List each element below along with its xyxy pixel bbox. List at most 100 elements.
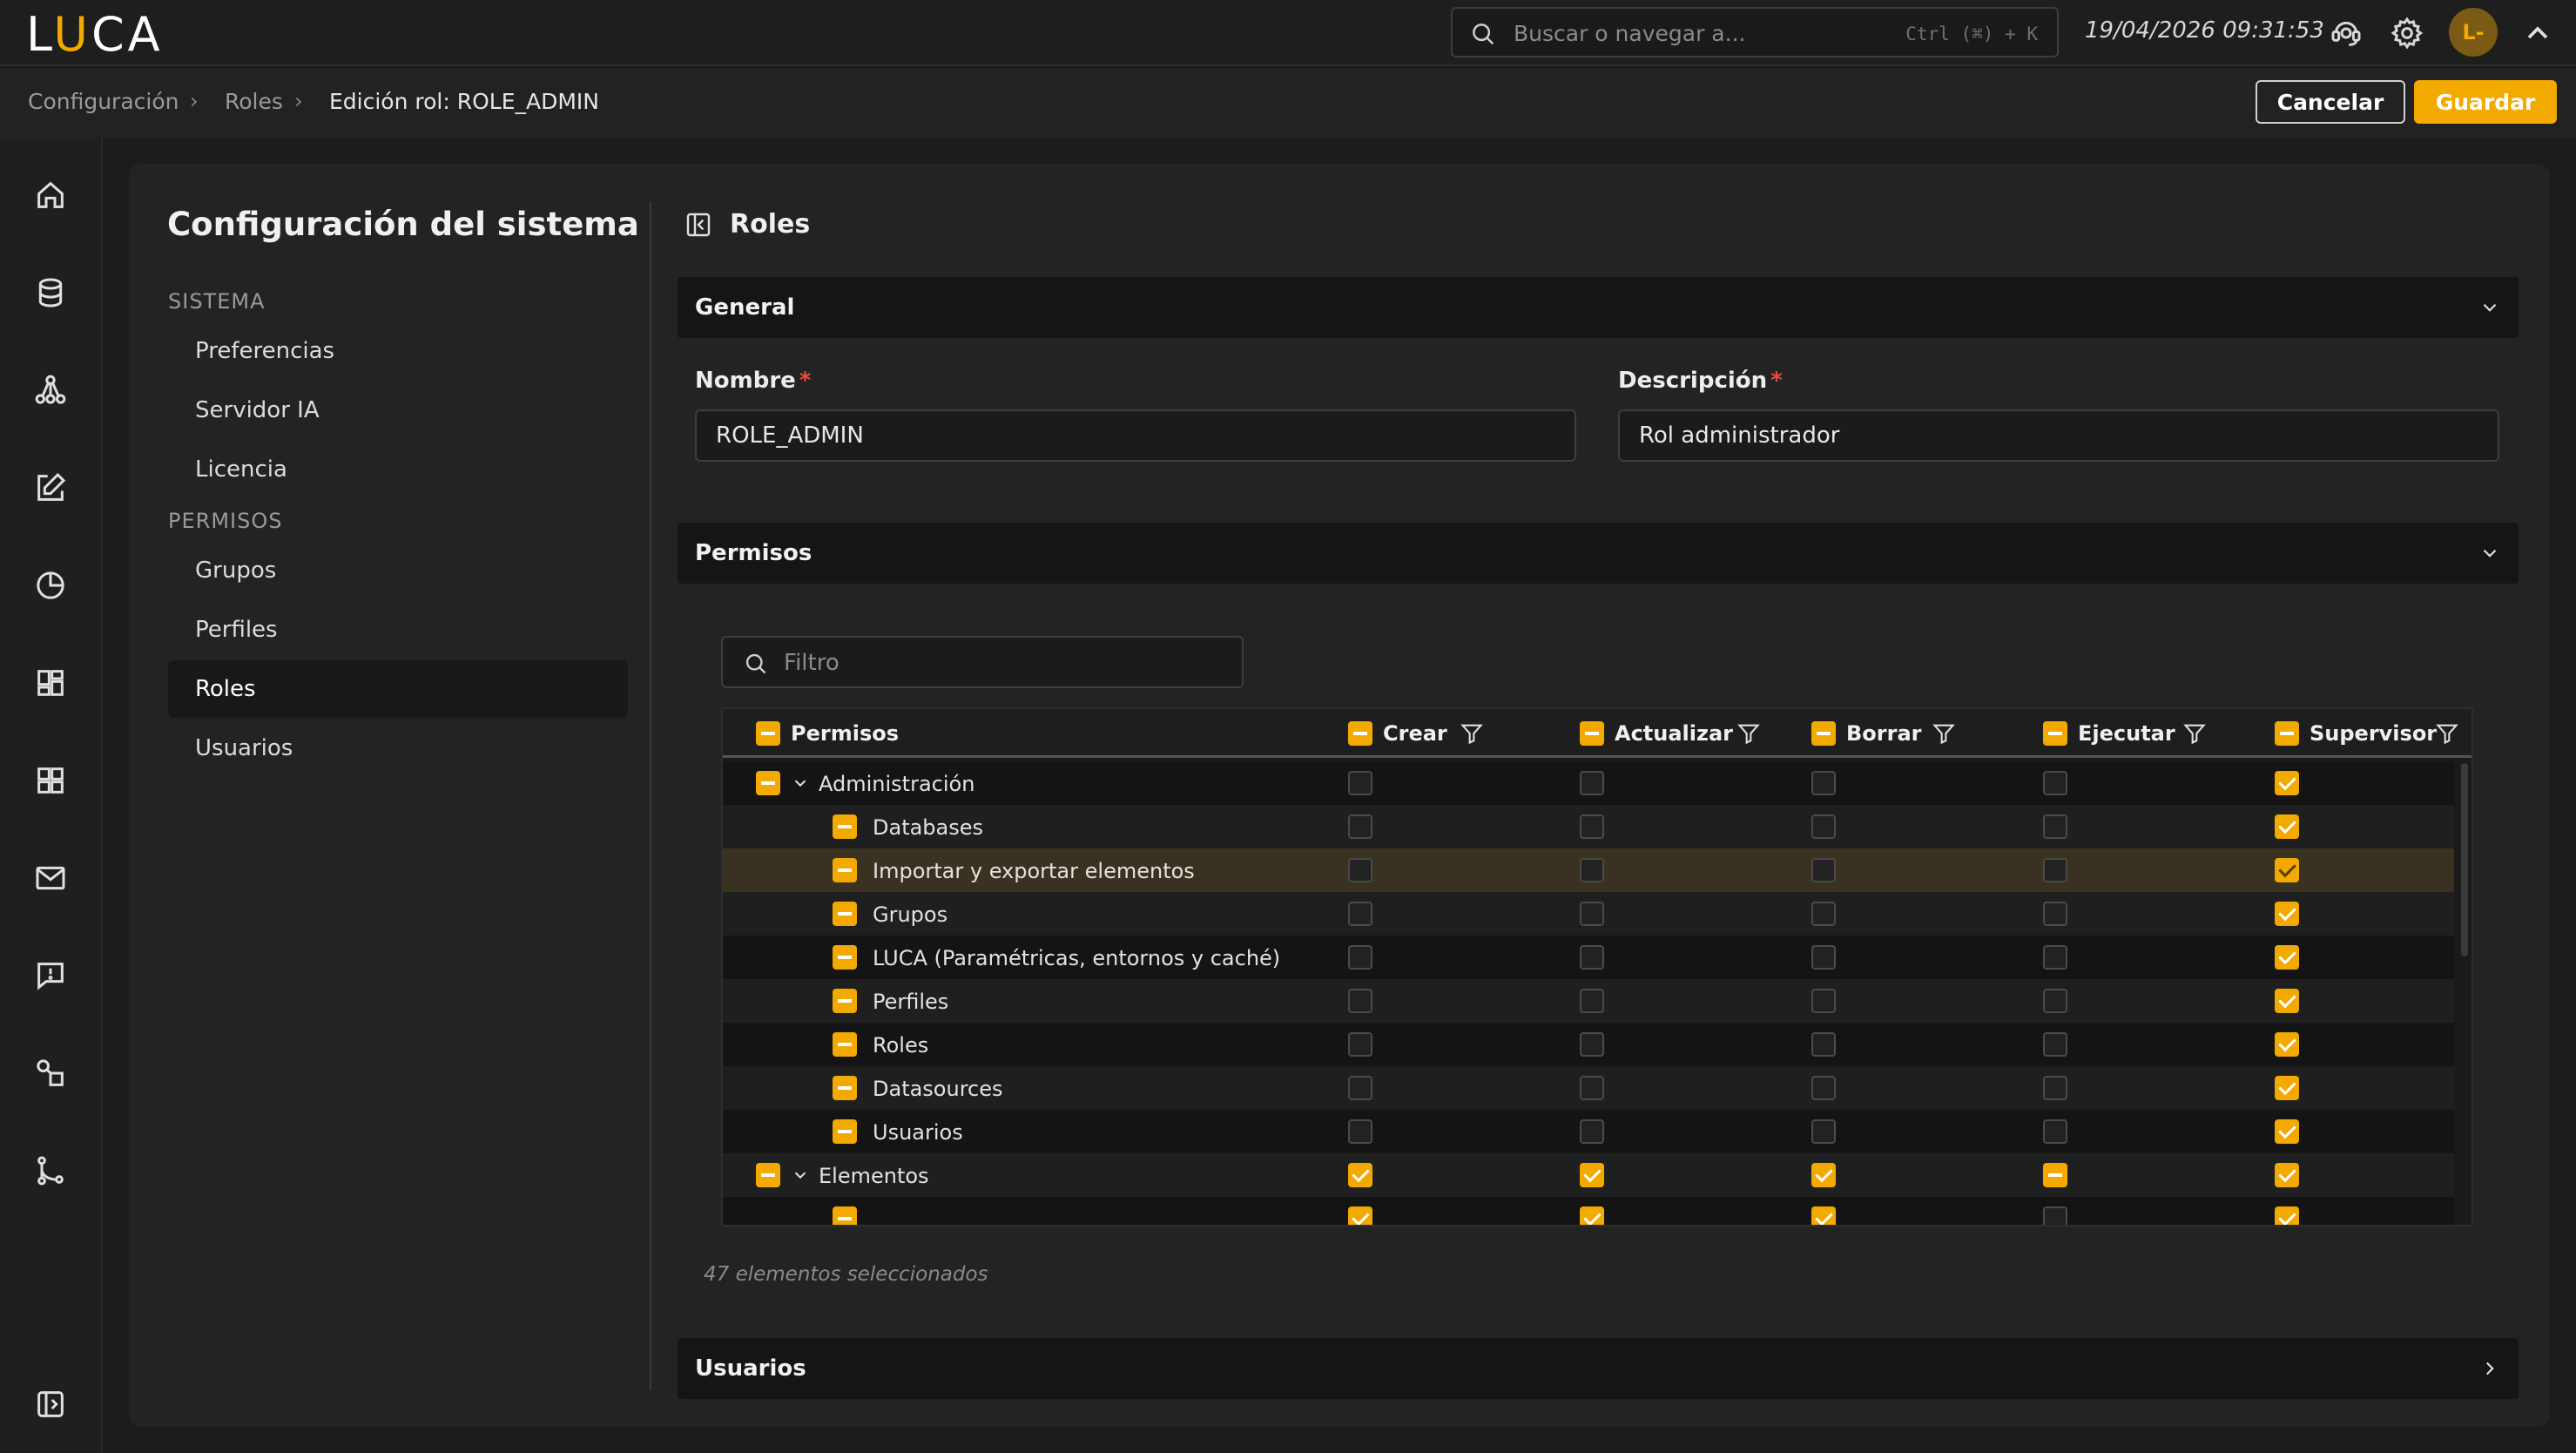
row-checkbox[interactable] xyxy=(833,1119,857,1144)
checkbox-supervisor[interactable] xyxy=(2275,989,2299,1013)
checkbox-actualizar[interactable] xyxy=(1580,771,1604,795)
accordion-general[interactable]: General xyxy=(678,277,2519,338)
checkbox-ejecutar[interactable] xyxy=(2043,1032,2067,1057)
nav-item-servidor-ia[interactable]: Servidor IA xyxy=(168,382,628,439)
row-checkbox[interactable] xyxy=(833,945,857,970)
checkbox-ejecutar[interactable] xyxy=(2043,771,2067,795)
git-branch-icon[interactable] xyxy=(33,1153,68,1188)
checkbox-actualizar[interactable] xyxy=(1580,1206,1604,1225)
dashboard-icon[interactable] xyxy=(33,666,68,700)
shapes-icon[interactable] xyxy=(33,1056,68,1091)
nav-item-licencia[interactable]: Licencia xyxy=(168,441,628,498)
support-agent-icon[interactable] xyxy=(2329,16,2364,51)
global-search[interactable]: Buscar o navegar a... Ctrl (⌘) + K xyxy=(1451,7,2059,57)
checkbox-borrar[interactable] xyxy=(1811,1119,1836,1144)
row-checkbox[interactable] xyxy=(756,1163,780,1187)
header-checkbox[interactable] xyxy=(756,721,780,746)
table-row[interactable] xyxy=(723,1197,2454,1225)
header-checkbox[interactable] xyxy=(1580,721,1604,746)
checkbox-supervisor[interactable] xyxy=(2275,1163,2299,1187)
apps-grid-icon[interactable] xyxy=(33,763,68,798)
checkbox-actualizar[interactable] xyxy=(1580,989,1604,1013)
grid-scrollbar[interactable] xyxy=(2461,763,2468,956)
permissions-filter[interactable] xyxy=(721,636,1244,688)
chevron-down-icon[interactable] xyxy=(791,774,810,793)
avatar[interactable]: L- xyxy=(2449,8,2498,57)
gear-icon[interactable] xyxy=(2390,16,2424,51)
table-row[interactable]: Elementos xyxy=(723,1153,2454,1197)
checkbox-ejecutar[interactable] xyxy=(2043,945,2067,970)
checkbox-actualizar[interactable] xyxy=(1580,1032,1604,1057)
row-checkbox[interactable] xyxy=(833,858,857,882)
accordion-permisos[interactable]: Permisos xyxy=(678,523,2519,584)
checkbox-crear[interactable] xyxy=(1348,1163,1372,1187)
header-checkbox[interactable] xyxy=(2275,721,2299,746)
checkbox-crear[interactable] xyxy=(1348,814,1372,839)
feedback-icon[interactable] xyxy=(33,958,68,993)
checkbox-borrar[interactable] xyxy=(1811,989,1836,1013)
checkbox-supervisor[interactable] xyxy=(2275,1119,2299,1144)
checkbox-supervisor[interactable] xyxy=(2275,1206,2299,1225)
checkbox-ejecutar[interactable] xyxy=(2043,1206,2067,1225)
checkbox-ejecutar[interactable] xyxy=(2043,858,2067,882)
database-icon[interactable] xyxy=(33,275,68,310)
checkbox-supervisor[interactable] xyxy=(2275,814,2299,839)
row-checkbox[interactable] xyxy=(833,902,857,926)
checkbox-borrar[interactable] xyxy=(1811,814,1836,839)
checkbox-ejecutar[interactable] xyxy=(2043,989,2067,1013)
nav-item-perfiles[interactable]: Perfiles xyxy=(168,601,628,659)
nav-item-roles[interactable]: Roles xyxy=(168,660,628,718)
checkbox-crear[interactable] xyxy=(1348,1206,1372,1225)
table-row[interactable]: Administración xyxy=(723,761,2454,805)
filter-funnel-icon[interactable] xyxy=(2435,721,2459,746)
table-row[interactable]: Databases xyxy=(723,805,2454,848)
edit-icon[interactable] xyxy=(33,470,68,505)
row-checkbox[interactable] xyxy=(833,814,857,839)
table-row[interactable]: LUCA (Paramétricas, entornos y caché) xyxy=(723,936,2454,979)
pie-chart-icon[interactable] xyxy=(33,568,68,603)
checkbox-supervisor[interactable] xyxy=(2275,771,2299,795)
checkbox-crear[interactable] xyxy=(1348,902,1372,926)
nav-item-usuarios[interactable]: Usuarios xyxy=(168,720,628,777)
checkbox-crear[interactable] xyxy=(1348,1076,1372,1100)
collapse-panel-icon[interactable] xyxy=(684,211,712,239)
accordion-usuarios[interactable]: Usuarios xyxy=(678,1338,2519,1399)
checkbox-actualizar[interactable] xyxy=(1580,1119,1604,1144)
checkbox-supervisor[interactable] xyxy=(2275,858,2299,882)
header-checkbox[interactable] xyxy=(2043,721,2067,746)
network-icon[interactable] xyxy=(33,373,68,408)
luca-logo[interactable]: LUCA xyxy=(26,7,164,62)
row-checkbox[interactable] xyxy=(833,989,857,1013)
checkbox-supervisor[interactable] xyxy=(2275,945,2299,970)
checkbox-crear[interactable] xyxy=(1348,771,1372,795)
filter-funnel-icon[interactable] xyxy=(2182,721,2207,746)
header-checkbox[interactable] xyxy=(1348,721,1372,746)
checkbox-borrar[interactable] xyxy=(1811,771,1836,795)
checkbox-crear[interactable] xyxy=(1348,989,1372,1013)
expand-sidebar-icon[interactable] xyxy=(33,1387,68,1422)
descripcion-field[interactable] xyxy=(1618,409,2499,462)
table-row[interactable]: Datasources xyxy=(723,1066,2454,1110)
breadcrumb-roles[interactable]: Roles xyxy=(225,89,283,114)
checkbox-crear[interactable] xyxy=(1348,945,1372,970)
checkbox-borrar[interactable] xyxy=(1811,945,1836,970)
filter-funnel-icon[interactable] xyxy=(1460,721,1484,746)
checkbox-supervisor[interactable] xyxy=(2275,902,2299,926)
checkbox-actualizar[interactable] xyxy=(1580,1076,1604,1100)
chevron-up-icon[interactable] xyxy=(2520,16,2555,51)
home-icon[interactable] xyxy=(33,178,68,213)
checkbox-crear[interactable] xyxy=(1348,1119,1372,1144)
table-row[interactable]: Usuarios xyxy=(723,1110,2454,1153)
table-row[interactable]: Importar y exportar elementos xyxy=(723,848,2454,892)
checkbox-borrar[interactable] xyxy=(1811,1163,1836,1187)
filter-input[interactable] xyxy=(784,645,1219,681)
checkbox-supervisor[interactable] xyxy=(2275,1076,2299,1100)
header-checkbox[interactable] xyxy=(1811,721,1836,746)
checkbox-ejecutar[interactable] xyxy=(2043,1076,2067,1100)
checkbox-borrar[interactable] xyxy=(1811,902,1836,926)
save-button[interactable]: Guardar xyxy=(2414,80,2557,124)
table-row[interactable]: Roles xyxy=(723,1023,2454,1066)
checkbox-crear[interactable] xyxy=(1348,858,1372,882)
nav-item-grupos[interactable]: Grupos xyxy=(168,542,628,599)
mail-icon[interactable] xyxy=(33,861,68,895)
